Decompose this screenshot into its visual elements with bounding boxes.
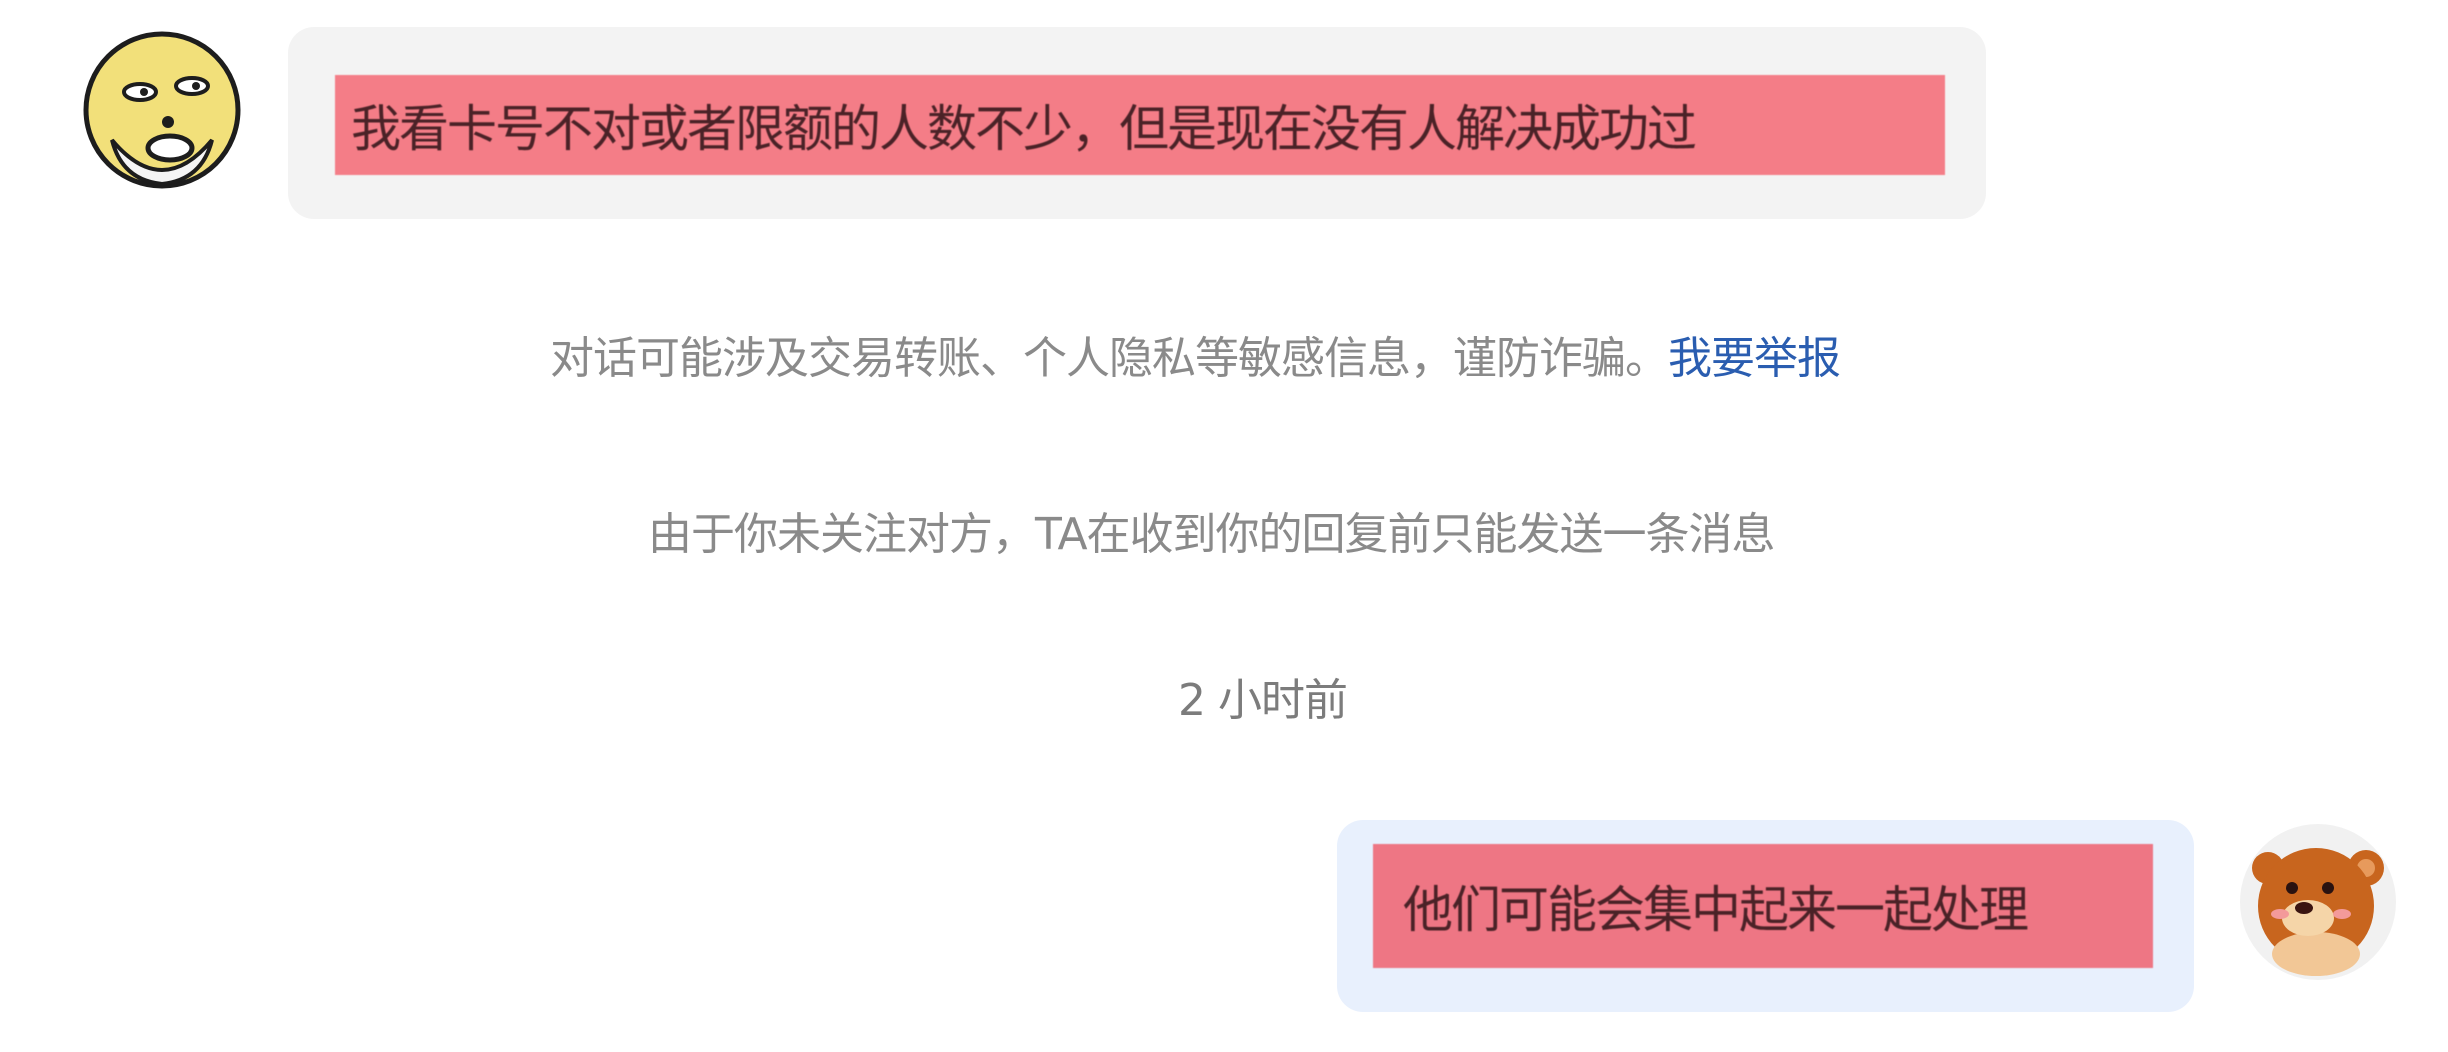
own-avatar[interactable] (2238, 822, 2398, 982)
report-link[interactable]: 我要举报 (1668, 333, 1841, 384)
received-message-text: 我看卡号不对或者限额的人数不少，但是现在没有人解决成功过 (335, 75, 1945, 175)
privacy-warning-text: 对话可能涉及交易转账、个人隐私等敏感信息，谨防诈骗。 (550, 333, 1669, 384)
sent-message-text: 他们可能会集中起来一起处理 (1373, 844, 2153, 968)
bear-avatar-icon (2240, 824, 2396, 980)
sender-avatar[interactable] (82, 30, 242, 190)
received-message-bubble[interactable]: 我看卡号不对或者限额的人数不少，但是现在没有人解决成功过 (288, 27, 1986, 219)
privacy-warning-notice: 对话可能涉及交易转账、个人隐私等敏感信息，谨防诈骗。我要举报 (550, 322, 1841, 386)
follow-limit-notice: 由于你未关注对方，TA在收到你的回复前只能发送一条消息 (648, 509, 1776, 560)
cartoon-face-icon (83, 31, 241, 189)
sent-message-bubble[interactable]: 他们可能会集中起来一起处理 (1337, 820, 2194, 1012)
message-timestamp: 2 小时前 (1178, 675, 1348, 726)
